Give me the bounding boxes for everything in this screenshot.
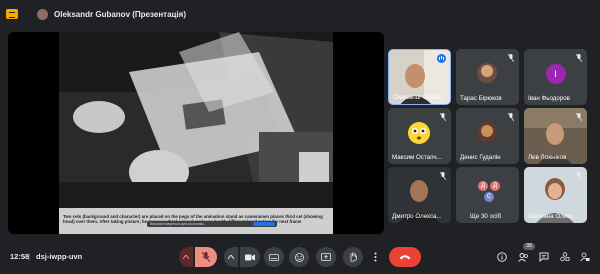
more-options-button[interactable] (368, 247, 382, 267)
leave-call-button[interactable] (389, 247, 421, 267)
presentation-photo (59, 32, 333, 208)
people-icon (517, 252, 528, 262)
host-controls-button[interactable] (578, 250, 592, 264)
participant-tile[interactable]: Дмитро Олекса... (388, 167, 451, 223)
present-screen-icon (321, 253, 331, 261)
mic-toggle-button[interactable] (195, 247, 217, 267)
people-button[interactable] (516, 250, 530, 264)
participant-tile[interactable]: I Іван Фьодоров (524, 49, 587, 105)
speaking-indicator-icon (437, 54, 446, 63)
participant-avatar: Д (490, 181, 500, 191)
mic-off-icon (508, 54, 514, 62)
participant-tile[interactable]: Oleksandr Gubal... (388, 49, 451, 105)
presentation-notice[interactable]: Використовується для розсилки... (147, 221, 277, 227)
closed-captions-icon (269, 253, 279, 261)
camera-toggle-button[interactable] (240, 247, 260, 267)
presenter-title: Oleksandr Gubanov (Презентація) (54, 10, 186, 19)
participant-avatar: С (484, 192, 494, 202)
participant-name: Тарас Бірюков (460, 95, 502, 102)
notice-action-button[interactable] (253, 222, 275, 226)
participant-name: Oleksandr Gubal... (393, 94, 445, 101)
presentation-icon[interactable] (6, 9, 18, 19)
mic-off-icon (202, 252, 210, 262)
present-screen-button[interactable] (316, 247, 336, 267)
participant-name: Іван Фьодоров (528, 95, 570, 102)
presenter-avatar (37, 9, 48, 20)
info-icon (497, 252, 507, 262)
mic-off-icon (576, 172, 582, 180)
meeting-time: 12:58 (10, 252, 30, 261)
mic-off-icon (440, 113, 446, 121)
more-participants-tile[interactable]: Д Д С Ще 30 осіб (456, 167, 519, 223)
participant-name: Лев Ложніков (528, 154, 567, 161)
chevron-up-icon (183, 255, 189, 259)
participant-avatar: I (545, 64, 566, 84)
more-vertical-icon (374, 252, 376, 262)
reactions-button[interactable] (289, 247, 309, 267)
participant-tile[interactable]: Максим Остапч... (388, 108, 451, 164)
raise-hand-button[interactable] (343, 247, 363, 267)
activities-button[interactable] (558, 250, 572, 264)
meeting-code: dsj-iwpp-uvn (36, 252, 83, 261)
camera-options-button[interactable] (224, 247, 238, 267)
participant-name: Дмитро Олекса... (392, 213, 442, 220)
chat-button[interactable] (537, 250, 551, 264)
participant-name: Максим Остапч... (392, 154, 442, 161)
participant-initial: I (554, 69, 557, 79)
presentation-notice-text: Використовується для розсилки... (150, 222, 207, 226)
top-bar: Oleksandr Gubanov (Презентація) (0, 0, 600, 28)
end-call-icon (399, 255, 411, 260)
participant-tile[interactable]: Світлана Олекс... (524, 167, 587, 223)
mic-options-button[interactable] (179, 247, 193, 267)
participants-count-badge: 39 (523, 243, 535, 250)
more-participants-label: Ще 30 осіб (470, 213, 502, 220)
lock-person-icon (580, 252, 590, 262)
mic-off-icon (508, 113, 514, 121)
participant-name: Денис Гудалін (460, 154, 501, 161)
mic-off-icon (440, 172, 446, 180)
activities-icon (560, 252, 570, 262)
camera-icon (245, 254, 255, 260)
meeting-details-button[interactable] (495, 250, 509, 264)
participant-name: Світлана Олекс... (528, 213, 579, 220)
hand-icon (350, 252, 357, 262)
mic-off-icon (576, 54, 582, 62)
chat-icon (539, 252, 549, 262)
emoji-icon (294, 252, 304, 262)
mic-off-icon (576, 113, 582, 121)
participant-avatar: Д (478, 181, 488, 191)
time-separator: | (28, 252, 30, 261)
presentation-slide: Two cels (background and character) are … (59, 32, 333, 234)
chevron-up-icon (228, 255, 234, 259)
captions-button[interactable] (264, 247, 284, 267)
participant-tile[interactable]: Лев Ложніков (524, 108, 587, 164)
participant-tile[interactable]: Денис Гудалін (456, 108, 519, 164)
presentation-stage[interactable]: Two cels (background and character) are … (8, 32, 384, 234)
bottom-bar: 12:58 | dsj-iwpp-uvn 39 (0, 240, 600, 274)
participant-tile[interactable]: Тарас Бірюков (456, 49, 519, 105)
